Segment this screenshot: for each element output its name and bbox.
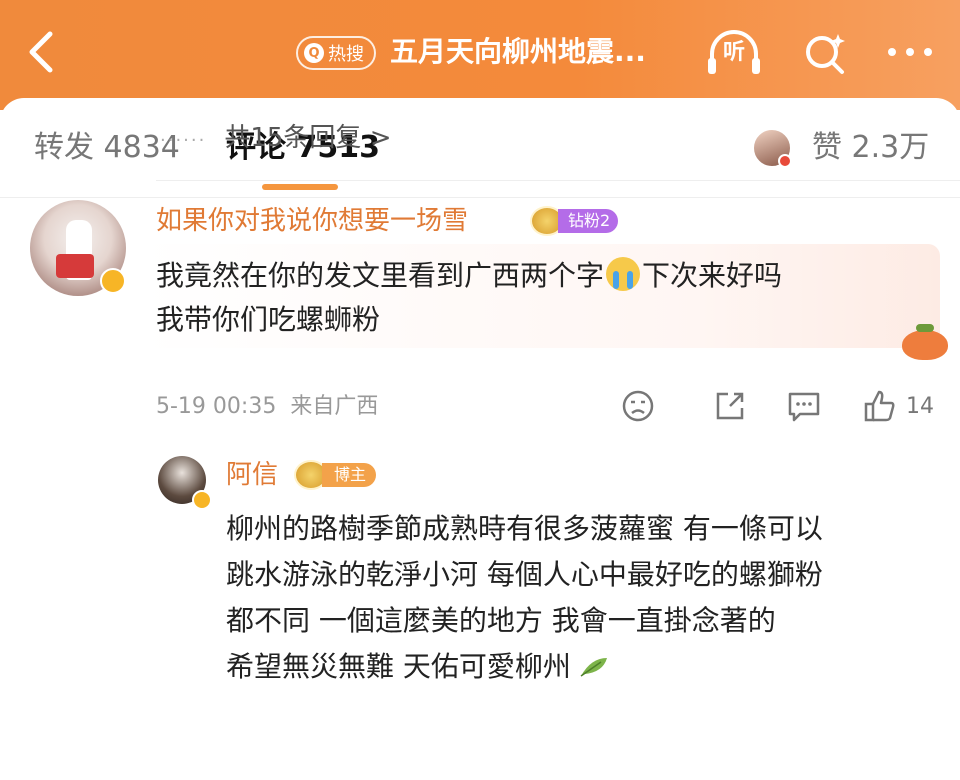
author-badge-label: 博主	[322, 463, 377, 487]
tab-repost[interactable]: 转发 4834	[34, 128, 180, 168]
fan-badge-label: 钻粉2	[558, 209, 619, 233]
comment-source: 来自广西	[290, 394, 379, 419]
search-q-icon: Q	[304, 43, 324, 63]
hot-search-badge[interactable]: Q 热搜	[296, 36, 376, 70]
reply-line: 柳州的路樹季節成熟時有很多菠蘿蜜 有一條可以	[226, 512, 823, 545]
reply-line: 跳水游泳的乾淨小河 每個人心中最好吃的螺獅粉	[226, 558, 823, 591]
persimmon-sticker-icon	[902, 324, 948, 360]
headphones-icon[interactable]: 听	[704, 28, 764, 78]
avatar-dot	[778, 154, 792, 168]
comment-text-part2: 下次来好吗	[642, 259, 783, 292]
fan-level-badge[interactable]: 钻粉2	[530, 206, 619, 236]
page-title[interactable]: 五月天向柳州地震...	[390, 32, 690, 72]
replies-link-label: 共15条回复 >	[224, 123, 392, 153]
reply-text: 柳州的路樹季節成熟時有很多菠蘿蜜 有一條可以 跳水游泳的乾淨小河 每個人心中最好…	[226, 506, 942, 690]
verified-badge-icon	[192, 490, 212, 510]
hot-badge-label: 热搜	[328, 44, 364, 65]
tab-likes[interactable]: 赞 2.3万	[812, 128, 929, 168]
top-bar: Q 热搜 五月天向柳州地震... 听	[0, 0, 960, 110]
comment-timestamp: 5-19 00:35	[156, 394, 277, 419]
reply-line-last: 希望無災無難 天佑可愛柳州	[226, 644, 942, 690]
like-count: 14	[906, 394, 934, 419]
more-icon[interactable]	[880, 30, 940, 74]
listen-label: 听	[722, 40, 745, 65]
comment-text-line2: 我带你们吃螺蛳粉	[156, 303, 381, 336]
comment-icon[interactable]	[784, 386, 824, 426]
share-icon[interactable]	[710, 386, 750, 426]
tab-bar: 转发 4834 评论 7513 赞 2.3万	[0, 98, 960, 198]
author-badge: 博主	[294, 460, 377, 490]
thumbs-up-icon[interactable]	[860, 386, 900, 426]
avatar-shirt	[56, 254, 94, 278]
liker-avatar	[752, 128, 792, 168]
reply-line-text: 希望無災無難 天佑可愛柳州	[226, 650, 571, 683]
comment-text-part1: 我竟然在你的发文里看到广西两个字	[156, 259, 605, 292]
crying-emoji-icon	[606, 257, 641, 291]
comment-username[interactable]: 如果你对我说你想要一场雪	[156, 204, 468, 238]
active-tab-indicator	[262, 184, 338, 190]
reply-line: 都不同 一個這麼美的地方 我會一直掛念著的	[226, 604, 776, 637]
leaf-icon	[579, 646, 609, 677]
comment-text: 我竟然在你的发文里看到广西两个字 下次来好吗 我带你们吃螺蛳粉	[156, 254, 916, 342]
comment-meta: 5-19 00:35 来自广西	[156, 390, 378, 424]
frown-icon[interactable]	[618, 386, 658, 426]
back-arrow-icon[interactable]	[22, 28, 62, 76]
reply-username[interactable]: 阿信	[226, 458, 278, 492]
verified-badge-icon	[100, 268, 126, 294]
view-replies-link[interactable]: ······ 共15条回复 >	[160, 120, 391, 156]
dots-decoration: ······	[160, 130, 207, 151]
divider	[156, 180, 960, 181]
search-icon[interactable]	[800, 28, 850, 78]
